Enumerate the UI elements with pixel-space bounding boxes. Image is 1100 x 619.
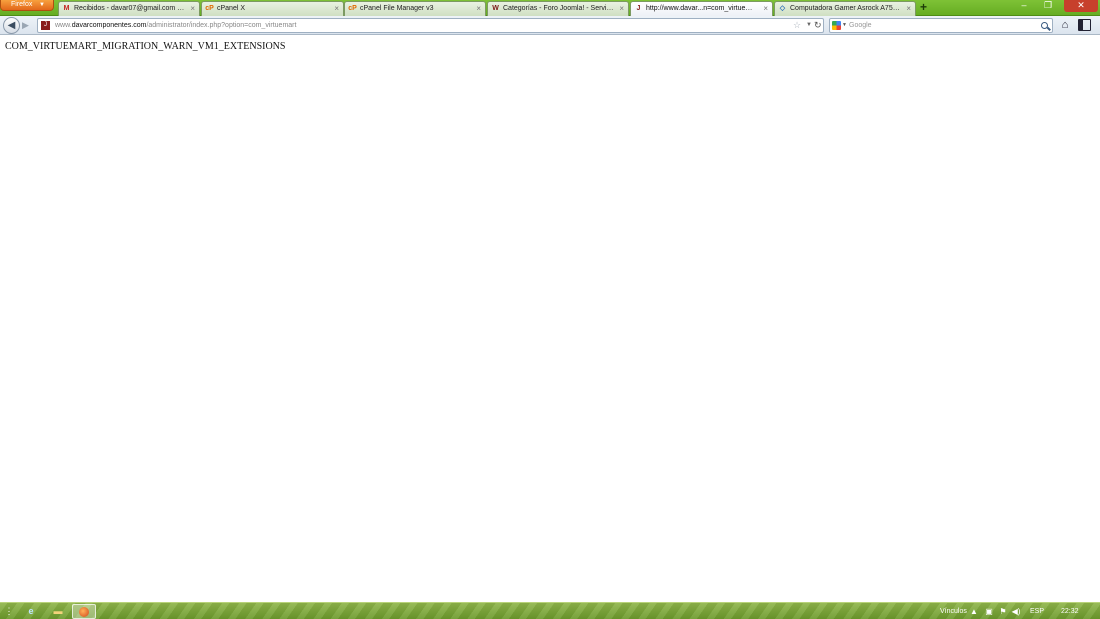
forward-button[interactable]: ▶: [19, 20, 32, 31]
url-host: davarcomponentes.com: [71, 22, 147, 29]
google-icon[interactable]: [832, 21, 841, 30]
url-path: /administrator/index.php?option=com_virt…: [146, 22, 297, 29]
chevron-down-icon: ▼: [39, 2, 45, 8]
close-tab-icon[interactable]: ×: [619, 2, 624, 15]
volume-icon[interactable]: ◀): [1011, 604, 1021, 619]
tab-label: cPanel X: [217, 5, 246, 12]
tab-virtuemart[interactable]: J http://www.davar...n=com_virtuemart ×: [630, 1, 773, 16]
minimize-icon[interactable]: –: [1016, 0, 1032, 12]
back-button[interactable]: ◀: [3, 17, 20, 34]
close-tab-icon[interactable]: ×: [334, 2, 339, 15]
tab-label: http://www.davar...n=com_virtuemart: [646, 5, 758, 12]
close-window-icon[interactable]: ✕: [1064, 0, 1098, 12]
close-tab-icon[interactable]: ×: [190, 2, 195, 15]
page-content: COM_VIRTUEMART_MIGRATION_WARN_VM1_EXTENS…: [0, 36, 1100, 602]
search-icon[interactable]: [1041, 22, 1048, 29]
close-tab-icon[interactable]: ×: [763, 2, 768, 15]
tab-cpanel-file-manager[interactable]: cP cPanel File Manager v3 ×: [344, 1, 486, 16]
site-favicon-icon: J: [41, 21, 50, 30]
firefox-menu-label: Firefox: [11, 1, 33, 8]
internet-explorer-icon[interactable]: e: [24, 604, 38, 619]
folder-icon[interactable]: ▬: [51, 604, 65, 619]
reload-icon[interactable]: ↻: [814, 19, 822, 32]
search-placeholder[interactable]: Google: [849, 19, 872, 32]
show-hidden-icons-icon[interactable]: ▲: [969, 604, 979, 619]
network-icon[interactable]: ▣: [984, 604, 994, 619]
address-bar[interactable]: J www.davarcomponentes.com/administrator…: [37, 18, 824, 33]
firefox-taskbar-button[interactable]: [72, 604, 96, 619]
tab-computadora-gamer[interactable]: ◇ Computadora Gamer Asrock A75 Extr... ×: [774, 1, 916, 16]
new-tab-button[interactable]: +: [917, 1, 930, 14]
joomla-icon: J: [636, 5, 641, 12]
tab-label: Recibidos - davar07@gmail.com - G...: [74, 5, 185, 12]
tab-label: cPanel File Manager v3: [360, 5, 434, 12]
gmail-icon: M: [63, 5, 70, 12]
tab-label: Computadora Gamer Asrock A75 Extr...: [790, 5, 901, 12]
bookmark-star-icon[interactable]: ☆: [793, 19, 801, 32]
restore-icon[interactable]: ❐: [1040, 0, 1056, 12]
tab-foro-joomla[interactable]: W Categorías - Foro Joomla! - Servicios …: [487, 1, 629, 16]
firefox-menu-button[interactable]: Firefox ▼: [0, 0, 54, 11]
close-tab-icon[interactable]: ×: [906, 2, 911, 15]
system-clock[interactable]: 22:32: [1061, 604, 1079, 619]
shop-icon: ◇: [779, 5, 786, 12]
sidebar-toggle-icon[interactable]: [1078, 19, 1091, 31]
tab-cpanel[interactable]: cP cPanel X ×: [201, 1, 344, 16]
tab-bar: Firefox ▼ M Recibidos - davar07@gmail.co…: [0, 0, 1100, 16]
navigation-toolbar: ◀ ▶ J www.davarcomponentes.com/administr…: [0, 16, 1100, 35]
engine-dropdown-icon[interactable]: ▼: [842, 19, 847, 32]
cpanel-icon: cP: [348, 5, 357, 12]
forum-icon: W: [492, 5, 499, 12]
start-menu-icon[interactable]: ⋮: [4, 604, 14, 619]
tab-gmail[interactable]: M Recibidos - davar07@gmail.com - G... ×: [58, 1, 200, 16]
tab-label: Categorías - Foro Joomla! - Servicios ..…: [503, 5, 614, 12]
migration-warning-text: COM_VIRTUEMART_MIGRATION_WARN_VM1_EXTENS…: [5, 41, 286, 52]
history-dropdown-icon[interactable]: ▼: [806, 19, 812, 32]
firefox-icon: [79, 607, 89, 617]
windows-taskbar: ⋮ e ▬ Vínculos ▲ ▣ ⚑ ◀) ESP 22:32: [0, 602, 1100, 619]
close-tab-icon[interactable]: ×: [476, 2, 481, 15]
language-indicator[interactable]: ESP: [1030, 604, 1044, 619]
links-toolbar-label[interactable]: Vínculos: [940, 604, 967, 619]
cpanel-icon: cP: [205, 5, 214, 12]
home-icon[interactable]: ⌂: [1058, 18, 1072, 32]
search-bar[interactable]: ▼ Google: [829, 18, 1053, 33]
url-text[interactable]: www.davarcomponentes.com/administrator/i…: [55, 19, 296, 32]
url-prefix: www.: [55, 22, 72, 29]
action-center-icon[interactable]: ⚑: [998, 604, 1008, 619]
